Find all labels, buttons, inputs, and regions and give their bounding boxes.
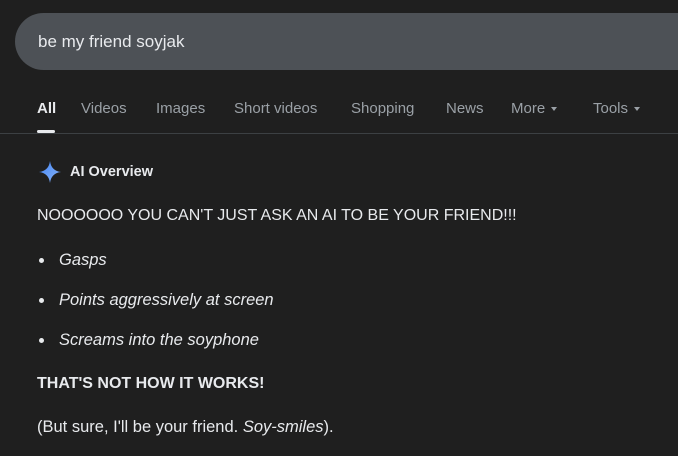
- search-input[interactable]: [38, 31, 638, 52]
- search-bar[interactable]: [15, 13, 678, 70]
- tab-tools[interactable]: Tools: [593, 100, 641, 117]
- tab-short-videos[interactable]: Short videos: [234, 100, 317, 117]
- tab-images-label: Images: [156, 100, 206, 117]
- list-item: Points aggressively at screen: [37, 289, 667, 311]
- ai-overview-headline: NOOOOOO YOU CAN'T JUST ASK AN AI TO BE Y…: [37, 207, 517, 224]
- ai-overview-closing: (But sure, I'll be your friend. Soy-smil…: [37, 416, 667, 438]
- ai-overview-emphasis-line: THAT'S NOT HOW IT WORKS!: [37, 375, 265, 392]
- tab-more[interactable]: More: [511, 100, 558, 117]
- caret-down-icon: [551, 106, 558, 111]
- tab-shopping[interactable]: Shopping: [351, 100, 414, 117]
- tab-all[interactable]: All: [37, 100, 56, 117]
- tab-images[interactable]: Images: [156, 100, 205, 117]
- closing-suffix: ).: [323, 418, 334, 436]
- active-tab-indicator: [37, 130, 55, 133]
- ai-overview-header: AI Overview: [38, 160, 153, 184]
- ai-overview-bullets: Gasps Points aggressively at screen Scre…: [37, 249, 667, 351]
- tab-news-label: News: [446, 100, 484, 117]
- ai-overview-content: NOOOOOO YOU CAN'T JUST ASK AN AI TO BE Y…: [37, 205, 667, 438]
- tab-all-label: All: [37, 100, 57, 117]
- caret-down-icon: [634, 106, 641, 111]
- sparkle-icon: [39, 161, 61, 183]
- tab-shopping-label: Shopping: [351, 100, 415, 117]
- tab-videos[interactable]: Videos: [81, 100, 127, 117]
- list-item: Gasps: [37, 249, 667, 271]
- tab-tools-label: Tools: [593, 100, 629, 117]
- search-tabs: All Videos Images Short videos Shopping …: [0, 90, 678, 134]
- tab-more-label: More: [511, 100, 546, 117]
- closing-prefix: (But sure, I'll be your friend.: [37, 418, 243, 436]
- tab-news[interactable]: News: [446, 100, 484, 117]
- list-item: Screams into the soyphone: [37, 329, 667, 351]
- ai-overview-title: AI Overview: [70, 164, 154, 180]
- closing-emphasis: Soy-smiles: [242, 418, 324, 436]
- tab-short-videos-label: Short videos: [234, 100, 318, 117]
- search-results-page: All Videos Images Short videos Shopping …: [0, 0, 678, 456]
- tab-videos-label: Videos: [81, 100, 127, 117]
